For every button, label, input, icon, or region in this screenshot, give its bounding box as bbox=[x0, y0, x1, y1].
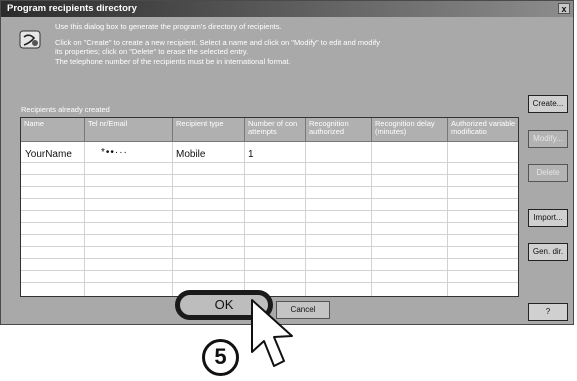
step-number-badge: 5 bbox=[202, 339, 239, 376]
mouse-cursor-icon bbox=[251, 299, 293, 367]
